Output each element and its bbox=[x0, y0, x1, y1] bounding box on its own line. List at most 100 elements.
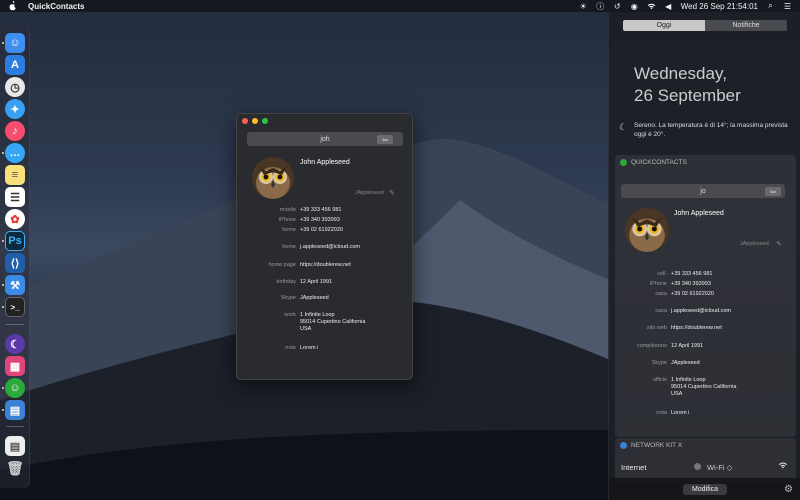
tab-oggi[interactable]: Oggi bbox=[623, 20, 705, 31]
field-value[interactable]: +39 333 456 981 bbox=[671, 271, 712, 278]
contact-avatar bbox=[252, 157, 294, 199]
dock-separator bbox=[6, 426, 24, 427]
network-label: Internet bbox=[621, 463, 647, 472]
contact-field-row: Skype JAppleseed bbox=[615, 360, 700, 367]
field-label: mobile bbox=[279, 207, 296, 213]
field-value[interactable]: +39 333 456 981 bbox=[300, 207, 341, 214]
owl-icon bbox=[252, 157, 294, 199]
field-value[interactable]: +39 340 393993 bbox=[671, 281, 711, 288]
contact-field-row: mobile +39 333 456 981 bbox=[239, 207, 342, 214]
vscode-icon[interactable]: ⟨⟩ bbox=[5, 253, 25, 273]
field-label: note bbox=[285, 345, 296, 351]
dock: ☺ A ◷ ✦ ♪ … ≡ ☰ ✿ Ps ⟨⟩ ⚒ >_ ☾ ▦ ☺ ▤ ▤ 🗑 bbox=[0, 28, 30, 488]
field-value[interactable]: j.appleseed@icloud.com bbox=[671, 308, 731, 315]
contact-field-row: sito web https://doublerew.net bbox=[615, 325, 722, 332]
widget-back-button[interactable]: ⇦ bbox=[765, 187, 781, 196]
contact-field-row: cell. +39 333 456 981 bbox=[615, 271, 712, 278]
xcode-icon[interactable]: ⚒ bbox=[5, 275, 25, 295]
close-button[interactable] bbox=[242, 118, 248, 124]
field-value[interactable]: 1 Infinite Loop 95014 Cupertino Californ… bbox=[671, 377, 736, 398]
safari-icon[interactable]: ✦ bbox=[5, 99, 25, 119]
network-type-select[interactable]: Wi-Fi ◇ bbox=[707, 463, 732, 472]
status-dot-icon bbox=[694, 463, 701, 470]
network-kit-widget-icon bbox=[620, 442, 627, 449]
contact-field-row: nota Lorem i bbox=[615, 410, 689, 417]
gear-icon[interactable]: ⚙ bbox=[784, 484, 793, 495]
nc-bottom-bar: Modifica ⚙ bbox=[609, 478, 800, 500]
field-value[interactable]: 12 April 1991 bbox=[300, 279, 332, 286]
field-value[interactable]: 1 Infinite Loop 95014 Cupertino Californ… bbox=[300, 312, 365, 333]
photoshop-icon[interactable]: Ps bbox=[5, 231, 25, 251]
field-value[interactable]: +39 340 393993 bbox=[300, 217, 340, 224]
minimize-button[interactable] bbox=[252, 118, 258, 124]
running-indicator bbox=[2, 240, 4, 242]
field-label: sito web bbox=[646, 325, 667, 331]
network-kit-icon[interactable]: ▤ bbox=[5, 400, 25, 420]
contact-field-row: iPhone +39 340 393993 bbox=[239, 217, 340, 224]
field-value[interactable]: Lorem i bbox=[300, 345, 318, 352]
running-indicator bbox=[2, 152, 4, 154]
field-label: Skype bbox=[280, 295, 296, 301]
menubar-clock[interactable]: Wed 26 Sep 21:54:01 bbox=[681, 2, 758, 11]
wifi-icon bbox=[778, 461, 788, 471]
menu-bar: QuickContacts ☀ ⓘ ↺ ◉ ◀ Wed 26 Sep 21:54… bbox=[0, 0, 800, 12]
contact-field-row: home +39 02 61922020 bbox=[239, 227, 343, 234]
contacts-menu-icon[interactable]: ◉ bbox=[630, 2, 639, 11]
app-store-icon[interactable]: A bbox=[5, 55, 25, 75]
tab-notifiche[interactable]: Notifiche bbox=[705, 20, 787, 31]
trash-icon[interactable]: 🗑 bbox=[5, 458, 25, 478]
field-value[interactable]: 12 April 1991 bbox=[671, 343, 703, 350]
field-label: iPhone bbox=[278, 217, 296, 223]
widget-contact-name: John Appleseed bbox=[674, 210, 724, 217]
volume-icon[interactable]: ◀ bbox=[664, 2, 673, 11]
apple-icon[interactable] bbox=[8, 1, 18, 11]
quickcontacts-window: joh ⇦ John Appleseed JAppleseed ✎ mobile… bbox=[236, 113, 413, 380]
zoom-button[interactable] bbox=[262, 118, 268, 124]
field-label: iPhone bbox=[649, 281, 667, 287]
nc-tabs: Oggi Notifiche bbox=[623, 20, 787, 31]
quickcontacts-widget-icon bbox=[620, 159, 627, 166]
messages-icon[interactable]: … bbox=[5, 143, 25, 163]
field-value[interactable]: j.appleseed@icloud.com bbox=[300, 244, 360, 251]
back-button[interactable]: ⇦ bbox=[377, 135, 393, 144]
edit-pencil-icon[interactable]: ✎ bbox=[389, 189, 395, 197]
field-label: Skype bbox=[651, 360, 667, 366]
weather-menu-icon[interactable]: ☀ bbox=[579, 2, 588, 11]
finder-icon[interactable]: ☺ bbox=[5, 33, 25, 53]
widget-search-input[interactable]: jo bbox=[621, 184, 785, 198]
field-label: work bbox=[284, 312, 296, 318]
field-value[interactable]: JAppleseed bbox=[671, 360, 700, 367]
photos-icon[interactable]: ✿ bbox=[5, 209, 25, 229]
contact-field-row: work 1 Infinite Loop 95014 Cupertino Cali… bbox=[239, 312, 365, 333]
field-value[interactable]: +39 02 61922020 bbox=[671, 291, 714, 298]
contact-field-row: compleanno 12 April 1991 bbox=[615, 343, 703, 350]
document-icon[interactable]: ▤ bbox=[5, 436, 25, 456]
info-menu-icon[interactable]: ⓘ bbox=[596, 2, 605, 11]
field-value[interactable]: https://doublerew.net bbox=[300, 262, 351, 269]
field-value[interactable]: Lorem i bbox=[671, 410, 689, 417]
time-machine-icon[interactable]: ↺ bbox=[613, 2, 622, 11]
field-value[interactable]: JAppleseed bbox=[300, 295, 329, 302]
spotlight-icon[interactable]: ⌕ bbox=[766, 1, 775, 11]
reminders-icon[interactable]: ☰ bbox=[5, 187, 25, 207]
edit-pencil-icon[interactable]: ✎ bbox=[776, 240, 782, 248]
field-value[interactable]: https://doublerew.net bbox=[671, 325, 722, 332]
quickcontacts-dock-icon[interactable]: ☺ bbox=[5, 378, 25, 398]
notes-icon[interactable]: ≡ bbox=[5, 165, 25, 185]
wifi-icon[interactable] bbox=[647, 2, 656, 11]
notification-center-icon[interactable]: ☰ bbox=[783, 2, 792, 11]
edit-widgets-button[interactable]: Modifica bbox=[682, 483, 728, 495]
network-kit-widget: NETWORK KIT X Internet Wi-Fi ◇ bbox=[615, 438, 796, 483]
field-label: ufficio bbox=[652, 377, 667, 383]
night-app-icon[interactable]: ☾ bbox=[5, 334, 25, 354]
widget-header: NETWORK KIT X bbox=[615, 438, 796, 453]
app-menu-name[interactable]: QuickContacts bbox=[28, 2, 84, 11]
calendar-widget-icon[interactable]: ▦ bbox=[5, 356, 25, 376]
running-indicator bbox=[2, 409, 4, 411]
clock-icon[interactable]: ◷ bbox=[5, 77, 25, 97]
music-icon[interactable]: ♪ bbox=[5, 121, 25, 141]
field-value[interactable]: +39 02 61922020 bbox=[300, 227, 343, 234]
terminal-icon[interactable]: >_ bbox=[5, 297, 25, 317]
widget-contact-nickname: JAppleseed bbox=[740, 241, 769, 247]
contact-field-row: casa j.appleseed@icloud.com bbox=[615, 308, 731, 315]
